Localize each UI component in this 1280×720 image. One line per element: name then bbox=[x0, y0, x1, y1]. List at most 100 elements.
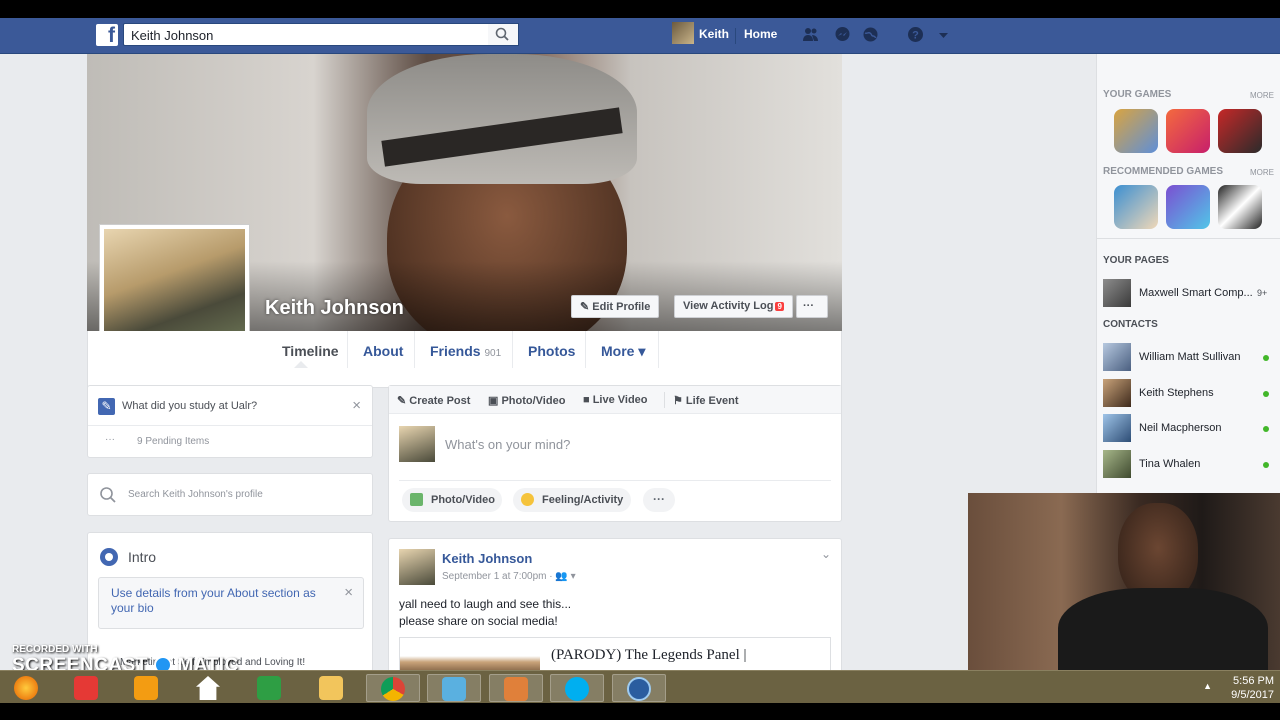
firefox-icon bbox=[14, 676, 38, 700]
game-tile[interactable] bbox=[1114, 109, 1158, 153]
study-prompt-text[interactable]: What did you study at Ualr? bbox=[122, 400, 257, 412]
post-card: Keith Johnson September 1 at 7:00pm · 👥 … bbox=[388, 538, 842, 670]
online-indicator bbox=[1263, 462, 1269, 468]
tab-photo-video[interactable]: ▣ Photo/Video bbox=[488, 394, 565, 407]
notifications-globe-icon[interactable] bbox=[862, 26, 879, 43]
avatar bbox=[1103, 343, 1131, 371]
app-icon bbox=[134, 676, 158, 700]
tab-about[interactable]: About bbox=[363, 343, 403, 363]
contact-name: Keith Stephens bbox=[1139, 387, 1214, 399]
taskbar-app[interactable] bbox=[427, 674, 481, 702]
life-event-label: Life Event bbox=[685, 395, 739, 407]
activity-log-button[interactable]: View Activity Log 9 bbox=[674, 295, 793, 318]
contact-item[interactable]: Neil Macpherson bbox=[1103, 414, 1280, 444]
recommended-more-link[interactable]: MORE bbox=[1250, 168, 1274, 177]
link-preview-title: (PARODY) The Legends Panel | bbox=[551, 647, 747, 663]
avatar[interactable] bbox=[672, 22, 694, 44]
contact-item[interactable]: Tina Whalen bbox=[1103, 450, 1280, 480]
profile-link[interactable]: Keith bbox=[699, 27, 729, 41]
more-actions-button[interactable]: ··· bbox=[643, 488, 675, 512]
profile-name[interactable]: Keith Johnson bbox=[265, 297, 404, 320]
post-timestamp[interactable]: September 1 at 7:00pm · 👥 ▾ bbox=[442, 571, 576, 582]
facebook-logo-icon[interactable]: f bbox=[96, 24, 118, 47]
pending-items-link[interactable]: 9 Pending Items bbox=[137, 436, 209, 447]
system-clock[interactable]: 5:56 PM 9/5/2017 bbox=[1231, 674, 1274, 702]
avatar[interactable] bbox=[399, 549, 435, 585]
tab-timeline[interactable]: Timeline bbox=[282, 343, 339, 363]
edit-profile-label: Edit Profile bbox=[592, 301, 651, 313]
game-tile[interactable] bbox=[1166, 109, 1210, 153]
home-link[interactable]: Home bbox=[744, 27, 777, 41]
game-tile[interactable] bbox=[1218, 185, 1262, 229]
taskbar-app[interactable] bbox=[120, 674, 174, 702]
your-games-heading: YOUR GAMES bbox=[1103, 89, 1172, 100]
taskbar-recorder[interactable] bbox=[612, 674, 666, 702]
divider bbox=[664, 392, 665, 408]
tab-more[interactable]: More ▾ bbox=[601, 343, 645, 363]
tab-photos[interactable]: Photos bbox=[528, 343, 575, 363]
video-icon: ■ bbox=[583, 394, 593, 406]
page-badge: 9+ bbox=[1257, 288, 1268, 298]
messages-icon[interactable] bbox=[834, 26, 851, 43]
friend-requests-icon[interactable] bbox=[802, 26, 819, 43]
taskbar-chrome[interactable] bbox=[366, 674, 420, 702]
profile-search-card[interactable]: Search Keith Johnson's profile bbox=[87, 473, 373, 516]
webcam-person-body bbox=[1058, 588, 1268, 670]
game-tile[interactable] bbox=[1166, 185, 1210, 229]
link-preview[interactable]: (PARODY) The Legends Panel | bbox=[399, 637, 831, 670]
status-input[interactable]: What's on your mind? bbox=[445, 437, 570, 452]
chevron-down-icon[interactable]: ⌄ bbox=[821, 547, 831, 561]
pencil-icon: ✎ bbox=[397, 395, 410, 407]
contact-item[interactable]: William Matt Sullivan bbox=[1103, 343, 1280, 373]
tab-live-video[interactable]: ■ Live Video bbox=[583, 394, 648, 406]
clock-date: 9/5/2017 bbox=[1231, 689, 1274, 701]
flag-icon: ⚑ bbox=[673, 395, 686, 407]
more-options-button[interactable]: ··· bbox=[796, 295, 828, 318]
search-icon bbox=[100, 487, 116, 503]
profile-nav: Timeline About Friends 901 Photos More ▾ bbox=[87, 331, 842, 388]
online-indicator bbox=[1263, 426, 1269, 432]
page-item[interactable]: Maxwell Smart Comp... 9+ bbox=[1103, 279, 1280, 309]
post-author[interactable]: Keith Johnson bbox=[442, 551, 532, 566]
close-icon[interactable]: × bbox=[344, 584, 353, 601]
svg-text:?: ? bbox=[912, 30, 919, 42]
avatar bbox=[1103, 450, 1131, 478]
search-input[interactable]: Keith Johnson bbox=[123, 23, 519, 46]
home-icon bbox=[196, 676, 220, 700]
more-dots-icon: ··· bbox=[105, 434, 115, 445]
search-button[interactable] bbox=[488, 23, 519, 46]
screen: f Keith Johnson Keith Home ? Keith Johns… bbox=[0, 0, 1280, 720]
active-tab-pointer bbox=[294, 361, 308, 368]
avatar bbox=[1103, 379, 1131, 407]
taskbar-home[interactable] bbox=[182, 674, 236, 702]
post-text-line-2: please share on social media! bbox=[399, 614, 558, 628]
tab-life-event[interactable]: ⚑ Life Event bbox=[673, 394, 739, 407]
intro-suggestion[interactable]: Use details from your About section as y… bbox=[98, 577, 364, 629]
profile-search-input[interactable]: Search Keith Johnson's profile bbox=[128, 489, 263, 500]
store-icon bbox=[257, 676, 281, 700]
avatar bbox=[399, 426, 435, 462]
tab-create-post[interactable]: ✎ Create Post bbox=[397, 394, 470, 407]
tab-friends[interactable]: Friends 901 bbox=[430, 343, 501, 363]
skype-icon bbox=[565, 677, 589, 701]
game-tile[interactable] bbox=[1218, 109, 1262, 153]
taskbar-app[interactable] bbox=[60, 674, 114, 702]
study-prompt-card: ✎ What did you study at Ualr? × ··· 9 Pe… bbox=[87, 385, 373, 458]
photo-video-action[interactable]: Photo/Video bbox=[402, 488, 502, 512]
help-icon[interactable]: ? bbox=[907, 26, 924, 43]
taskbar-skype[interactable] bbox=[550, 674, 604, 702]
contacts-heading: CONTACTS bbox=[1103, 319, 1158, 330]
contact-item[interactable]: Keith Stephens bbox=[1103, 379, 1280, 409]
feeling-activity-action[interactable]: Feeling/Activity bbox=[513, 488, 631, 512]
taskbar-store[interactable] bbox=[243, 674, 297, 702]
taskbar-app[interactable] bbox=[489, 674, 543, 702]
taskbar-explorer[interactable] bbox=[305, 674, 359, 702]
taskbar-firefox[interactable] bbox=[0, 674, 54, 702]
chevron-down-icon[interactable] bbox=[935, 26, 952, 43]
tray-expand-icon[interactable]: ▲ bbox=[1203, 681, 1212, 691]
games-more-link[interactable]: MORE bbox=[1250, 91, 1274, 100]
edit-profile-button[interactable]: ✎ Edit Profile bbox=[571, 295, 660, 318]
close-icon[interactable]: × bbox=[352, 397, 361, 414]
photo-icon bbox=[410, 493, 423, 506]
game-tile[interactable] bbox=[1114, 185, 1158, 229]
